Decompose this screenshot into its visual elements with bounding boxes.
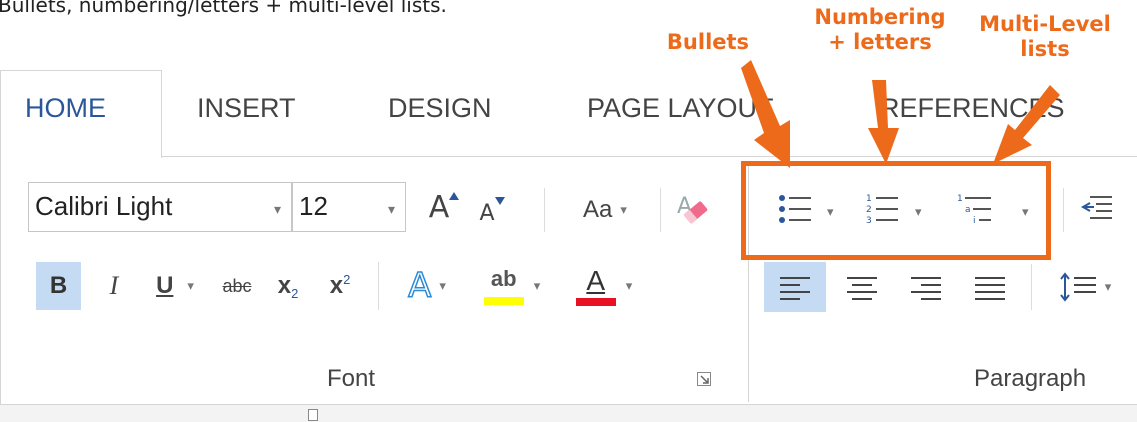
callout-arrows [741, 60, 1060, 168]
arrow-bullets-icon [741, 60, 790, 168]
arrow-multilevel-icon [993, 85, 1060, 164]
arrow-numbering-icon [868, 80, 899, 164]
